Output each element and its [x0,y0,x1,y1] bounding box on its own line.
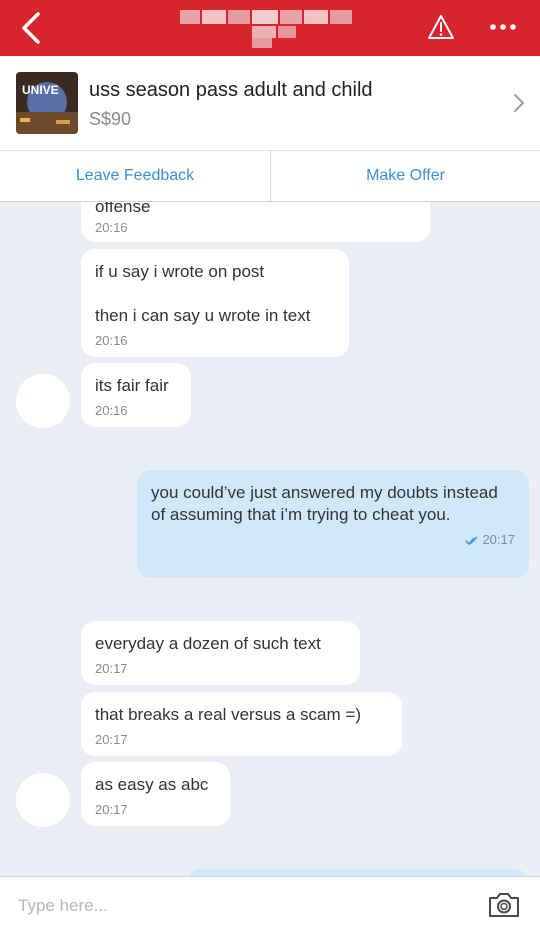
message-text: its fair fair [95,376,169,395]
message-received: as easy as abc 20:17 [81,762,230,826]
thumbnail-text: UNIVE [22,83,59,97]
camera-icon[interactable] [487,891,521,919]
warning-icon[interactable] [427,14,455,40]
avatar[interactable] [16,773,70,827]
message-text: you could’ve just answered my doubts ins… [151,483,498,524]
read-check-icon [465,535,478,545]
leave-feedback-button[interactable]: Leave Feedback [0,151,270,201]
message-received: that breaks a real versus a scam =) 20:1… [81,692,402,756]
blurred-username [180,10,352,48]
message-received: if u say i wrote on post then i can say … [81,249,349,357]
message-text-line2: then i can say u wrote in text [95,306,311,325]
listing-title: uss season pass adult and child [89,79,373,101]
message-time: 20:17 [95,802,128,817]
message-received: everyday a dozen of such text 20:17 [81,621,360,685]
message-text: offense [95,202,151,216]
make-offer-button[interactable]: Make Offer [271,151,540,201]
message-text: that breaks a real versus a scam =) [95,705,361,724]
message-time: 20:16 [95,403,128,418]
more-icon[interactable] [488,20,518,34]
avatar[interactable] [16,374,70,428]
message-received: its fair fair 20:16 [81,363,191,427]
message-sent-partial [187,869,529,876]
message-time: 20:17 [95,732,128,747]
chat-area[interactable]: offense 20:16 if u say i wrote on post t… [0,202,540,876]
message-text-line1: if u say i wrote on post [95,262,265,281]
listing-header[interactable]: UNIVE uss season pass adult and child S$… [0,56,540,151]
message-text: as easy as abc [95,775,209,794]
message-received: offense 20:16 [81,202,430,242]
message-time: 20:17 [482,532,515,547]
action-bar: Leave Feedback Make Offer [0,151,540,202]
back-icon[interactable] [18,10,48,46]
message-text: everyday a dozen of such text [95,634,321,653]
listing-thumbnail[interactable]: UNIVE [16,72,78,134]
message-input-bar [0,876,540,934]
top-bar [0,0,540,56]
message-time: 20:17 [95,661,128,676]
chevron-right-icon[interactable] [512,92,526,114]
message-sent: you could’ve just answered my doubts ins… [137,470,529,578]
listing-price: S$90 [89,109,132,129]
message-time: 20:16 [95,220,128,235]
message-input[interactable] [16,891,420,921]
message-time: 20:16 [95,333,128,348]
message-time-row: 20:17 [151,532,515,547]
